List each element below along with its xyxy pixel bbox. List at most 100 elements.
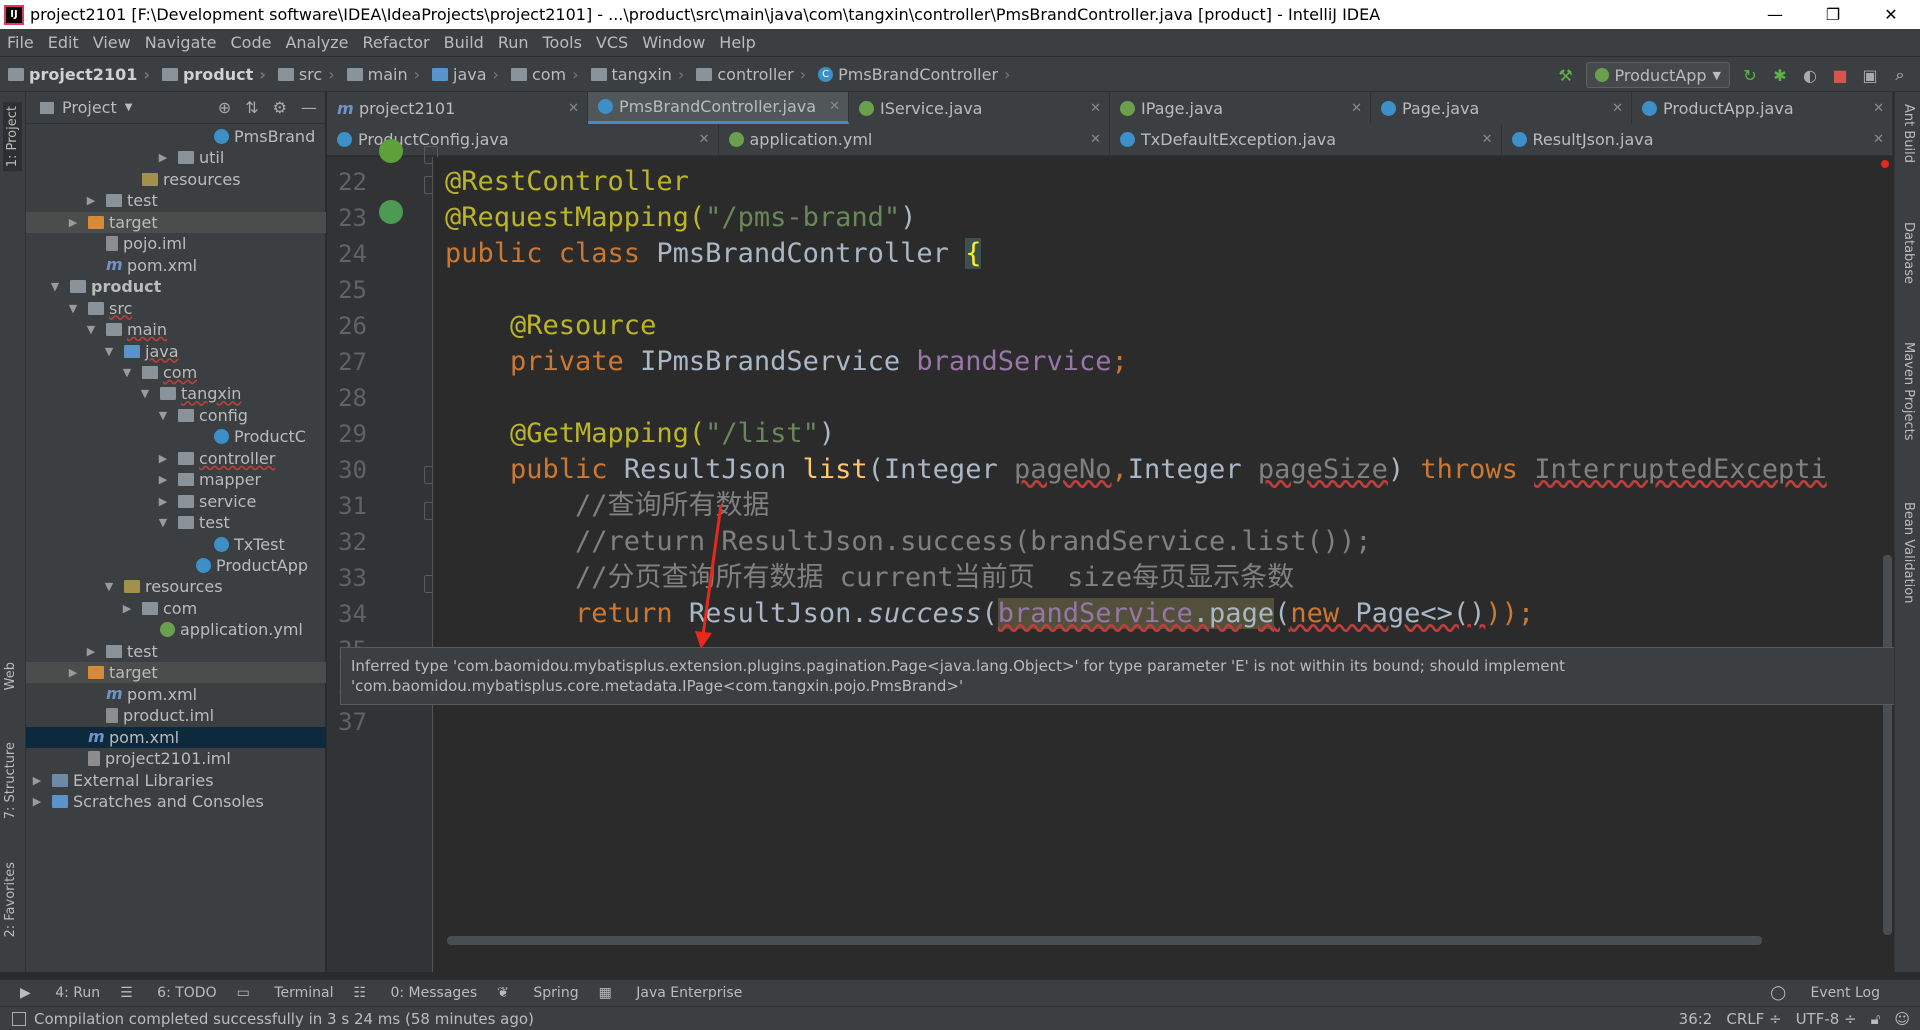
breadcrumb-com[interactable]: com › bbox=[503, 65, 583, 84]
maven-tool-button[interactable]: Maven Projects bbox=[1901, 342, 1916, 441]
structure-tool-button[interactable]: 7: Structure bbox=[3, 742, 18, 819]
collapsed-arrow-icon[interactable]: ▶ bbox=[84, 645, 98, 658]
stop-icon[interactable]: ■ bbox=[1830, 65, 1850, 85]
line-separator[interactable]: CRLF ÷ bbox=[1726, 1010, 1781, 1028]
project-structure-icon[interactable]: ▣ bbox=[1860, 65, 1880, 85]
tree-node[interactable]: product.iml bbox=[26, 705, 326, 726]
tree-node[interactable]: resources bbox=[26, 169, 326, 190]
close-button[interactable]: ✕ bbox=[1862, 0, 1920, 29]
event-log-button[interactable]: ◯ Event Log bbox=[1770, 985, 1880, 1001]
tree-node[interactable]: m pom.xml bbox=[26, 255, 326, 276]
build-hammer-icon[interactable]: ⚒ bbox=[1556, 65, 1576, 85]
editor-tab[interactable]: PmsBrandController.java ✕ bbox=[588, 92, 849, 124]
editor-tab[interactable]: TxDefaultException.java ✕ bbox=[1110, 124, 1502, 155]
expanded-arrow-icon[interactable]: ▼ bbox=[48, 280, 62, 293]
close-tab-icon[interactable]: ✕ bbox=[1612, 101, 1623, 116]
tree-node[interactable]: ▶ controller bbox=[26, 448, 326, 469]
run-tool-button[interactable]: ▶ 4: Run bbox=[20, 985, 100, 1001]
expanded-arrow-icon[interactable]: ▼ bbox=[156, 516, 170, 529]
collapsed-arrow-icon[interactable]: ▶ bbox=[84, 194, 98, 207]
menu-refactor[interactable]: Refactor bbox=[356, 33, 437, 52]
tree-node[interactable]: ▶ Scratches and Consoles bbox=[26, 791, 326, 812]
tree-node[interactable]: pojo.iml bbox=[26, 233, 326, 254]
tree-node[interactable]: ProductC bbox=[26, 426, 326, 447]
close-tab-icon[interactable]: ✕ bbox=[1090, 132, 1101, 147]
tree-node[interactable]: ▶ External Libraries bbox=[26, 770, 326, 791]
breadcrumb-class[interactable]: C PmsBrandController › bbox=[810, 65, 1014, 84]
editor-tab[interactable]: IPage.java ✕ bbox=[1110, 92, 1371, 124]
menu-edit[interactable]: Edit bbox=[41, 33, 86, 52]
breadcrumb-main[interactable]: main › bbox=[339, 65, 424, 84]
expanded-arrow-icon[interactable]: ▼ bbox=[102, 580, 116, 593]
menu-code[interactable]: Code bbox=[224, 33, 279, 52]
menu-analyze[interactable]: Analyze bbox=[278, 33, 355, 52]
todo-tool-button[interactable]: ☰ 6: TODO bbox=[120, 985, 216, 1001]
collapsed-arrow-icon[interactable]: ▶ bbox=[30, 774, 44, 787]
tree-node[interactable]: ▼ src bbox=[26, 298, 326, 319]
bean-validation-tool-button[interactable]: Bean Validation bbox=[1901, 502, 1916, 603]
tree-node[interactable]: m pom.xml bbox=[26, 684, 326, 705]
tree-node[interactable]: ▶ com bbox=[26, 598, 326, 619]
menu-view[interactable]: View bbox=[86, 33, 138, 52]
breadcrumb-project[interactable]: project2101 › bbox=[0, 65, 154, 84]
hide-icon[interactable]: — bbox=[301, 98, 317, 117]
tree-node[interactable]: m pom.xml bbox=[26, 726, 326, 748]
tree-node[interactable]: ▼ config bbox=[26, 405, 326, 426]
menu-navigate[interactable]: Navigate bbox=[138, 33, 224, 52]
tree-node[interactable]: project2101.iml bbox=[26, 748, 326, 769]
spring-bean-gutter-icon[interactable] bbox=[379, 200, 403, 224]
menu-run[interactable]: Run bbox=[491, 33, 536, 52]
spring-bean-gutter-icon[interactable] bbox=[379, 139, 403, 163]
collapsed-arrow-icon[interactable]: ▶ bbox=[156, 452, 170, 465]
rerun-icon[interactable]: ↻ bbox=[1740, 65, 1760, 85]
expanded-arrow-icon[interactable]: ▼ bbox=[156, 409, 170, 422]
editor-tab[interactable]: IService.java ✕ bbox=[849, 92, 1110, 124]
status-message[interactable]: Compilation completed successfully in 3 … bbox=[34, 1010, 534, 1028]
tree-node[interactable]: PmsBrand bbox=[26, 126, 326, 147]
expanded-arrow-icon[interactable]: ▼ bbox=[66, 302, 80, 315]
chevron-down-icon[interactable]: ▼ bbox=[125, 102, 133, 113]
file-encoding[interactable]: UTF-8 ÷ bbox=[1796, 1010, 1857, 1028]
tree-node[interactable]: ▼ resources bbox=[26, 576, 326, 597]
close-tab-icon[interactable]: ✕ bbox=[1351, 101, 1362, 116]
breadcrumb-tangxin[interactable]: tangxin › bbox=[583, 65, 689, 84]
tree-node[interactable]: ▼ product bbox=[26, 276, 326, 297]
collapsed-arrow-icon[interactable]: ▶ bbox=[120, 602, 134, 615]
project-tool-button[interactable]: 1: Project bbox=[3, 102, 22, 172]
close-tab-icon[interactable]: ✕ bbox=[568, 101, 579, 116]
expanded-arrow-icon[interactable]: ▼ bbox=[102, 345, 116, 358]
breadcrumb-java[interactable]: java › bbox=[424, 65, 503, 84]
restore-button[interactable]: ❐ bbox=[1804, 0, 1862, 29]
close-tab-icon[interactable]: ✕ bbox=[1090, 101, 1101, 116]
close-tab-icon[interactable]: ✕ bbox=[699, 132, 710, 147]
tree-node[interactable]: ▼ tangxin bbox=[26, 383, 326, 404]
breadcrumb-product[interactable]: product › bbox=[154, 65, 270, 84]
gear-icon[interactable]: ⚙ bbox=[273, 98, 287, 117]
close-tab-icon[interactable]: ✕ bbox=[1482, 132, 1493, 147]
tree-node[interactable]: ▶ mapper bbox=[26, 469, 326, 490]
expanded-arrow-icon[interactable]: ▼ bbox=[138, 387, 152, 400]
inspector-icon[interactable]: ☺ bbox=[1894, 1010, 1910, 1028]
tree-node[interactable]: ▶ service bbox=[26, 491, 326, 512]
menu-tools[interactable]: Tools bbox=[536, 33, 589, 52]
ant-build-tool-button[interactable]: Ant Build bbox=[1901, 104, 1916, 163]
menu-vcs[interactable]: VCS bbox=[589, 33, 635, 52]
favorites-tool-button[interactable]: 2: Favorites bbox=[3, 862, 18, 938]
coverage-icon[interactable]: ◐ bbox=[1800, 65, 1820, 85]
tree-node[interactable]: ▼ java bbox=[26, 341, 326, 362]
spring-tool-button[interactable]: ❦ Spring bbox=[497, 985, 578, 1001]
editor-tab[interactable]: ProductApp.java ✕ bbox=[1632, 92, 1893, 124]
vertical-scrollbar[interactable] bbox=[1883, 555, 1892, 935]
collapsed-arrow-icon[interactable]: ▶ bbox=[66, 216, 80, 229]
tree-node[interactable]: ▶ util bbox=[26, 147, 326, 168]
collapse-all-icon[interactable]: ⇅ bbox=[245, 98, 258, 117]
menu-build[interactable]: Build bbox=[437, 33, 491, 52]
code-editor[interactable]: @RestController @RequestMapping("/pms-br… bbox=[433, 157, 1893, 972]
tool-window-toggle-icon[interactable] bbox=[12, 1011, 26, 1026]
tree-node[interactable]: ▶ target bbox=[26, 211, 326, 233]
tree-node[interactable]: ▼ test bbox=[26, 512, 326, 533]
expanded-arrow-icon[interactable]: ▼ bbox=[84, 323, 98, 336]
close-tab-icon[interactable]: ✕ bbox=[1873, 101, 1884, 116]
java-enterprise-tool-button[interactable]: ▦ Java Enterprise bbox=[599, 985, 743, 1001]
messages-tool-button[interactable]: ☷ 0: Messages bbox=[353, 985, 477, 1001]
